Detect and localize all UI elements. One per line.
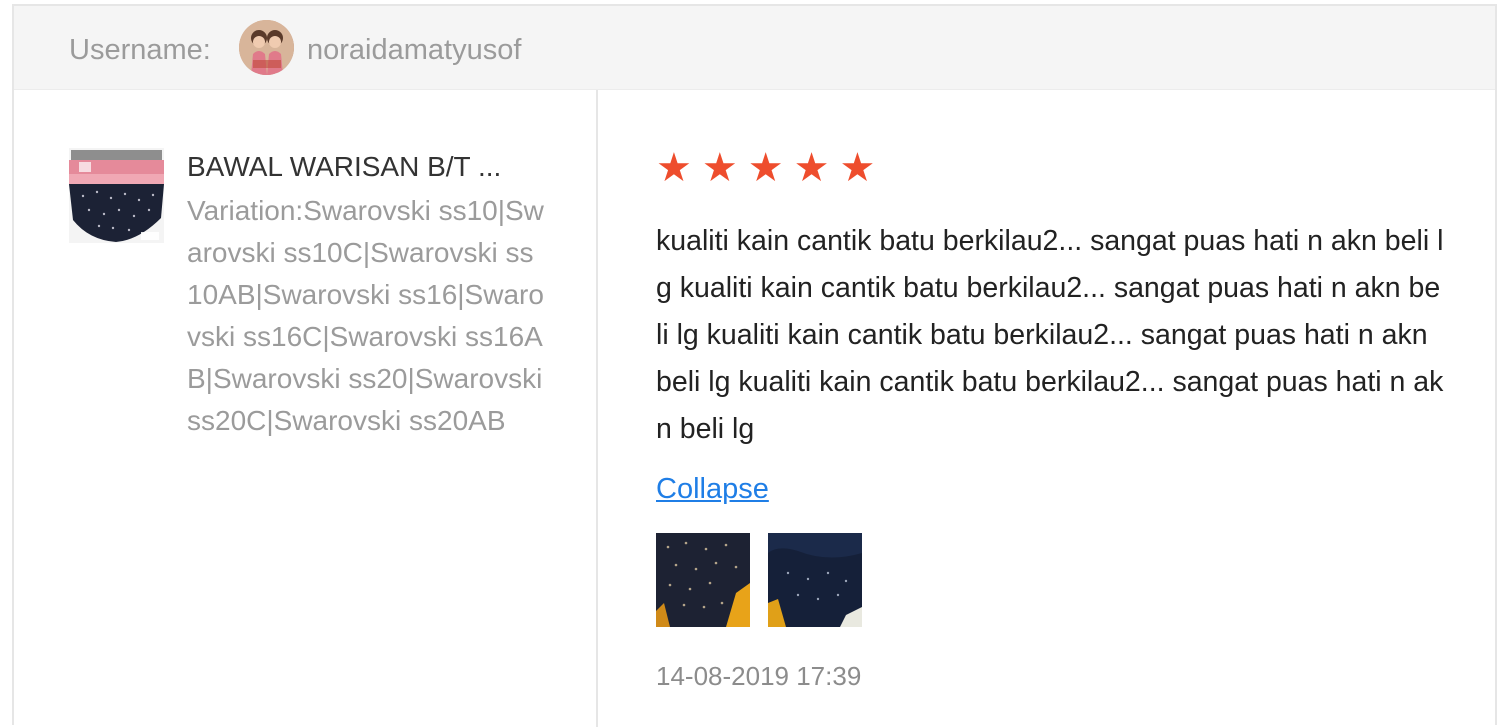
username[interactable]: noraidamatyusof bbox=[307, 33, 521, 67]
star-icon: ★ bbox=[701, 146, 738, 190]
product-title[interactable]: BAWAL WARISAN B/T ... bbox=[187, 150, 557, 184]
review-text: kualiti kain cantik batu berkilau2... sa… bbox=[656, 225, 1444, 445]
username-label: Username: bbox=[69, 34, 211, 66]
review-content: ★ ★ ★ ★ ★ kualiti kain cantik batu berki… bbox=[598, 90, 1495, 727]
product-info: BAWAL WARISAN B/T ... Variation:Swarovsk… bbox=[14, 90, 598, 727]
rating-stars: ★ ★ ★ ★ ★ bbox=[656, 146, 875, 190]
review-card: Username: noraidamatyusof BAWAL WARISAN … bbox=[12, 4, 1497, 727]
user-avatar-icon[interactable] bbox=[239, 20, 294, 75]
review-timestamp: 14-08-2019 17:39 bbox=[656, 661, 862, 691]
review-header: Username: noraidamatyusof bbox=[14, 6, 1495, 90]
review-photo[interactable] bbox=[768, 533, 862, 627]
product-variation: Variation:Swarovski ss10|Swarovski ss10C… bbox=[187, 195, 544, 436]
star-icon: ★ bbox=[793, 146, 830, 190]
star-icon: ★ bbox=[656, 146, 692, 190]
star-icon: ★ bbox=[747, 146, 784, 190]
collapse-link[interactable]: Collapse bbox=[656, 472, 769, 506]
review-photo[interactable] bbox=[656, 533, 750, 627]
product-thumbnail[interactable] bbox=[69, 148, 164, 243]
star-icon: ★ bbox=[839, 146, 876, 190]
